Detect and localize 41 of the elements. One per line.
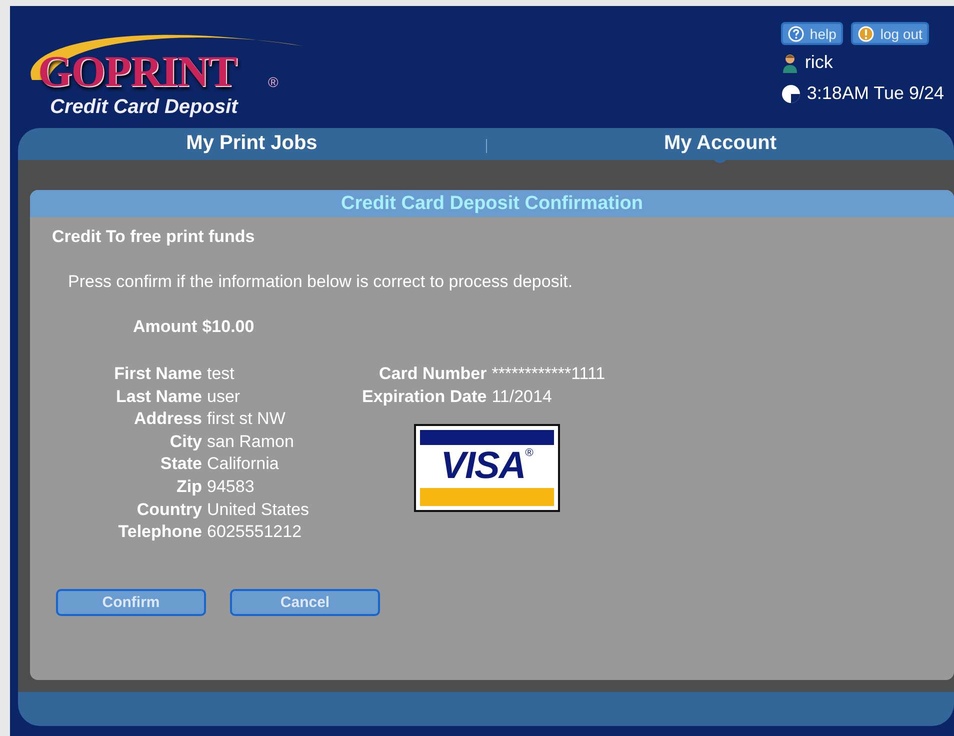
field-label: Expiration Date (362, 386, 487, 408)
card-logo: VISA® (414, 424, 560, 512)
action-button[interactable]: Confirm (56, 588, 206, 616)
help-button[interactable]: help (780, 22, 844, 45)
page-subtitle: Credit Card Deposit (50, 96, 238, 119)
field-value: san Ramon (207, 430, 295, 453)
instruction-text: Press confirm if the information below is correct to process deposit. (68, 272, 574, 292)
user-icon (780, 52, 799, 72)
nav-tab[interactable]: My Print Jobs (180, 128, 324, 163)
field-label: Address (132, 408, 202, 430)
logout-button[interactable]: log out (851, 22, 930, 45)
field-label: Card Number (378, 363, 487, 385)
field-label: Zip (176, 476, 202, 498)
user-name: rick (804, 52, 833, 73)
field-label: City (168, 430, 202, 453)
field-value: 6025551212 (207, 521, 303, 544)
action-button[interactable]: Cancel (230, 588, 380, 616)
logo-text: GOPRINT (38, 46, 236, 97)
panel-title: Credit Card Deposit Confirmation (30, 190, 954, 217)
field-value: first st NW (207, 408, 286, 430)
amount-label: Amount (133, 317, 198, 337)
field-label: First Name (113, 363, 202, 385)
field-value: ************1111 (492, 363, 606, 385)
field-value: 11/2014 (492, 386, 553, 408)
field-value: California (207, 453, 280, 476)
current-time: 3:18AM Tue 9/24 (806, 83, 944, 104)
registered-mark: ® (268, 74, 278, 90)
field-label: State (159, 453, 202, 476)
field-value: United States (207, 498, 310, 521)
field-value: user (207, 386, 242, 408)
help-icon (788, 26, 804, 42)
field-value: 94583 (207, 476, 256, 498)
clock-icon (780, 84, 801, 104)
field-value: test (207, 363, 236, 385)
section-heading: Credit To free print funds (52, 227, 256, 247)
field-label: Country (136, 498, 202, 521)
nav-tab[interactable]: My Account (658, 128, 783, 163)
field-label: Telephone (117, 521, 202, 544)
field-label: Last Name (115, 386, 202, 408)
warning-icon (858, 26, 874, 42)
amount-value: $10.00 (202, 317, 254, 337)
